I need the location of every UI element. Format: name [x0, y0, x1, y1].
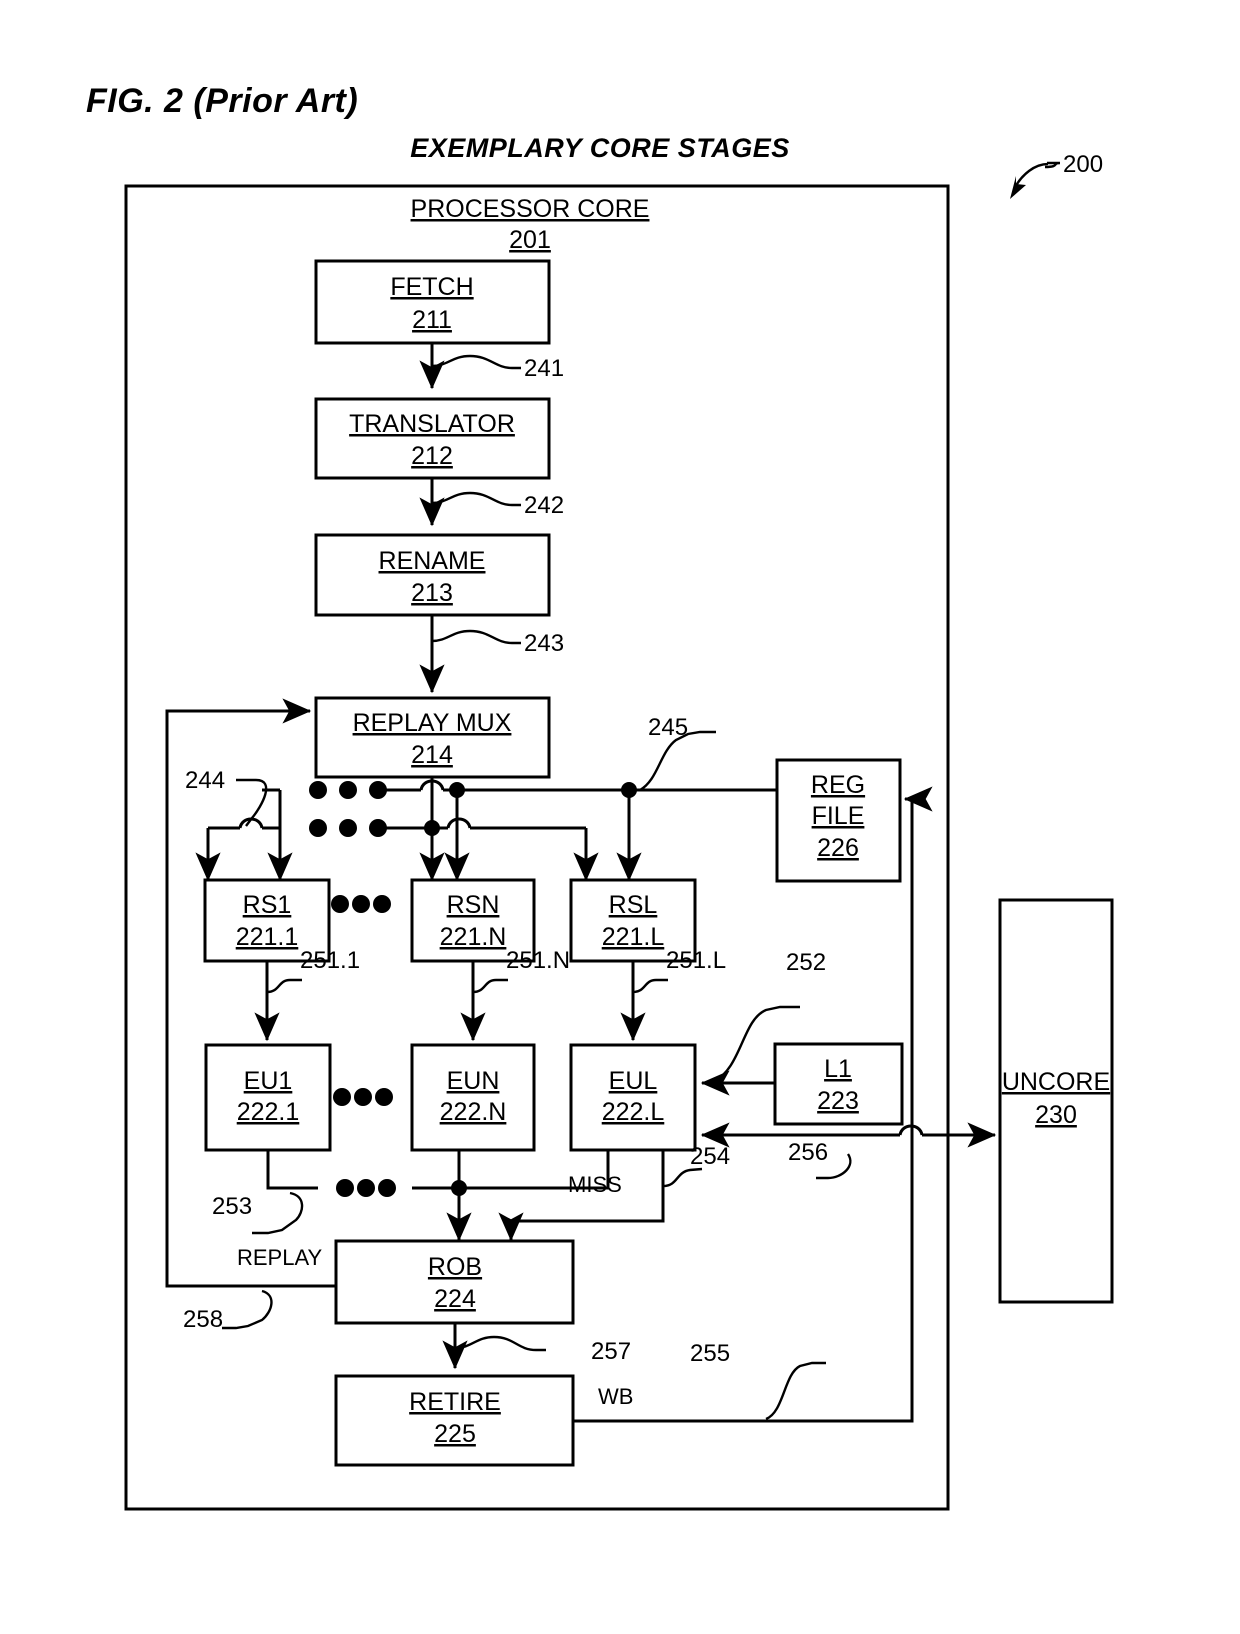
signal-252-label: 253: [212, 1193, 252, 1220]
block-translator-ref: 212: [411, 442, 453, 470]
block-reg-file: REG FILE 226: [775, 758, 902, 883]
signal-245-label: 245: [648, 714, 688, 741]
block-rsn-name: RSN: [447, 891, 500, 919]
block-eul-ref: 222.L: [602, 1098, 665, 1126]
signal-256-label: 256: [788, 1139, 828, 1166]
block-rs1-name: RS1: [243, 891, 292, 919]
signal-242-label: 242: [524, 492, 564, 519]
block-fetch: FETCH 211: [314, 259, 551, 345]
eu-row-ellipsis: [333, 1088, 393, 1106]
signal-miss-label: MISS: [568, 1172, 622, 1197]
signal-251-l-label: 251.L: [666, 947, 726, 974]
signal-258-label: 258: [183, 1306, 223, 1333]
block-rob-name: ROB: [428, 1253, 482, 1281]
block-l1-name: L1: [824, 1055, 852, 1083]
block-rename-ref: 213: [411, 579, 453, 607]
block-uncore-name: UNCORE: [1002, 1068, 1110, 1096]
signal-241-label: 241: [524, 355, 564, 382]
block-retire-ref: 225: [434, 1420, 476, 1448]
signal-253-label: 254: [690, 1143, 730, 1170]
diagram-ref-callout: 200: [1010, 151, 1103, 199]
block-rob: ROB 224: [334, 1239, 575, 1325]
block-fetch-ref: 211: [412, 306, 452, 334]
block-l1: L1 223: [773, 1042, 904, 1126]
block-eu1-name: EU1: [244, 1067, 293, 1095]
block-retire: RETIRE 225: [334, 1374, 575, 1467]
block-reg-file-name: REG: [811, 771, 865, 799]
signal-254-label: 252: [786, 949, 826, 976]
block-eun-name: EUN: [447, 1067, 500, 1095]
block-fetch-name: FETCH: [390, 273, 473, 301]
block-rob-ref: 224: [434, 1285, 476, 1313]
block-retire-name: RETIRE: [409, 1388, 501, 1416]
block-replay-mux-name: REPLAY MUX: [353, 709, 512, 737]
block-eul: EUL 222.L: [569, 1043, 697, 1152]
block-reg-file-name2: FILE: [812, 802, 865, 830]
block-replay-mux: REPLAY MUX 214: [314, 696, 551, 779]
block-l1-ref: 223: [817, 1087, 859, 1115]
block-eun: EUN 222.N: [410, 1043, 536, 1152]
figure-canvas: FIG. 2 (Prior Art) EXEMPLARY CORE STAGES…: [0, 0, 1240, 1634]
signal-243-label: 243: [524, 630, 564, 657]
signal-251-n-label: 251.N: [506, 947, 570, 974]
block-eu1-ref: 222.1: [237, 1098, 300, 1126]
signal-255-label: 255: [690, 1340, 730, 1367]
processor-core-title: PROCESSOR CORE: [411, 195, 650, 223]
signal-251-1-label: 251.1: [300, 947, 360, 974]
processor-core-ref: 201: [509, 226, 551, 254]
signal-244-label: 244: [185, 767, 225, 794]
block-translator-name: TRANSLATOR: [349, 410, 515, 438]
block-rename-name: RENAME: [379, 547, 486, 575]
block-uncore-ref: 230: [1035, 1101, 1077, 1129]
block-eul-name: EUL: [609, 1067, 658, 1095]
block-replay-mux-ref: 214: [411, 741, 453, 769]
block-rsl-ref: 221.L: [602, 923, 665, 951]
figure-label: FIG. 2 (Prior Art): [86, 82, 358, 120]
block-rsn-ref: 221.N: [440, 923, 507, 951]
signal-257-label: 257: [591, 1338, 631, 1365]
diagram-title: EXEMPLARY CORE STAGES: [410, 133, 790, 163]
block-reg-file-ref: 226: [817, 834, 859, 862]
block-uncore: UNCORE 230: [998, 898, 1114, 1304]
signal-replay-label: REPLAY: [237, 1245, 323, 1270]
block-eu1: EU1 222.1: [204, 1043, 332, 1152]
rs-row-ellipsis: [331, 895, 391, 913]
signal-wb-label: WB: [598, 1384, 633, 1409]
block-rs1-ref: 221.1: [236, 923, 299, 951]
block-eun-ref: 222.N: [440, 1098, 507, 1126]
block-rename: RENAME 213: [314, 533, 551, 617]
block-rsl-name: RSL: [609, 891, 658, 919]
diagram-ref-label: 200: [1063, 151, 1103, 178]
block-translator: TRANSLATOR 212: [314, 397, 551, 480]
